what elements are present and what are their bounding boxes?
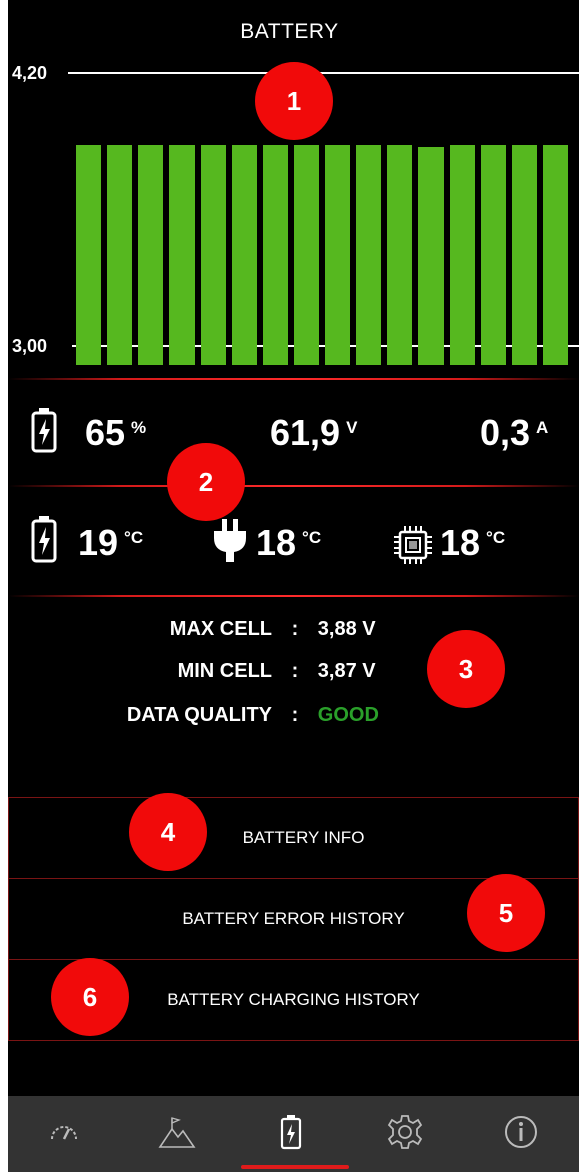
info-icon <box>503 1114 539 1155</box>
battery-temp-unit: °C <box>124 528 144 547</box>
max-cell-label: MAX CELL <box>169 618 272 640</box>
nav-mountain[interactable] <box>120 1096 234 1172</box>
max-cell-value: 3,88 V <box>317 618 376 640</box>
soc-value: 65 <box>85 412 126 453</box>
charger-temp-value: 18 <box>256 522 297 563</box>
battery-temp-stat: 19 °C <box>78 522 143 564</box>
current-unit: A <box>536 418 549 437</box>
cell-bar <box>356 144 382 365</box>
max-cell-sep: : <box>291 618 299 640</box>
max-voltage-line <box>68 72 579 74</box>
annotation-marker-6: 6 <box>51 958 129 1036</box>
tick-label-min: 3,00 <box>12 336 48 356</box>
controller-temp-stat: 18 °C <box>440 522 505 564</box>
divider-1 <box>8 378 579 380</box>
cell-bar <box>231 144 257 365</box>
max-cell-row: MAX CELL : 3,88 V <box>0 618 376 641</box>
charger-temp-unit: °C <box>302 528 322 547</box>
nav-settings[interactable] <box>348 1096 462 1172</box>
cell-bar <box>511 144 537 365</box>
tick-label-max: 4,20 <box>12 63 48 83</box>
battery-charge-icon <box>30 407 58 458</box>
battery-temp-value: 19 <box>78 522 119 563</box>
data-quality-sep: : <box>291 704 299 726</box>
settings-icon <box>387 1114 423 1155</box>
battery-icon <box>280 1114 302 1155</box>
left-edge <box>0 0 8 1172</box>
current-value: 0,3 <box>480 412 531 453</box>
nav-battery[interactable] <box>234 1096 348 1172</box>
controller-temp-unit: °C <box>486 528 506 547</box>
cell-bar <box>138 144 164 365</box>
cell-bar <box>387 144 413 365</box>
data-quality-label: DATA QUALITY <box>126 704 272 726</box>
controller-temp-value: 18 <box>440 522 481 563</box>
nav-speedometer[interactable] <box>8 1096 120 1172</box>
annotation-marker-2: 2 <box>167 443 245 521</box>
cell-bar <box>200 144 226 365</box>
cell-bar <box>107 144 133 365</box>
voltage-unit: V <box>346 418 358 437</box>
min-cell-label: MIN CELL <box>177 660 272 682</box>
page-title: BATTERY <box>240 20 339 43</box>
cell-bar <box>262 144 288 365</box>
active-tab-indicator <box>241 1165 349 1169</box>
min-cell-sep: : <box>291 660 299 682</box>
cell-bar <box>169 144 195 365</box>
battery-error-history-label: BATTERY ERROR HISTORY <box>182 909 405 928</box>
cell-bar <box>76 144 102 365</box>
min-cell-value: 3,87 V <box>317 660 376 682</box>
battery-info-button[interactable]: BATTERY INFO <box>8 797 579 879</box>
cell-bar <box>480 144 506 365</box>
annotation-marker-1: 1 <box>255 62 333 140</box>
soc-stat: 65% <box>85 412 146 454</box>
bottom-nav <box>8 1096 579 1172</box>
chip-icon <box>393 525 433 570</box>
cell-bar <box>325 144 351 365</box>
soc-unit: % <box>131 418 147 437</box>
battery-temp-icon <box>30 515 58 568</box>
annotation-marker-4: 4 <box>129 793 207 871</box>
data-quality-value: GOOD <box>317 704 379 726</box>
mountain-icon <box>158 1115 196 1154</box>
data-quality-row: DATA QUALITY : GOOD <box>0 704 379 727</box>
cell-bars <box>76 144 568 365</box>
current-stat: 0,3 A <box>480 412 548 454</box>
annotation-marker-5: 5 <box>467 874 545 952</box>
annotation-marker-3: 3 <box>427 630 505 708</box>
battery-charging-history-label: BATTERY CHARGING HISTORY <box>167 990 420 1009</box>
divider-2 <box>8 485 579 487</box>
min-cell-row: MIN CELL : 3,87 V <box>0 660 376 683</box>
cell-bar <box>449 144 475 365</box>
charger-temp-stat: 18 °C <box>256 522 321 564</box>
cell-bar <box>542 144 568 365</box>
plug-icon <box>210 518 250 569</box>
cell-bar <box>293 144 319 365</box>
voltage-value: 61,9 <box>270 412 341 453</box>
nav-info[interactable] <box>462 1096 579 1172</box>
divider-3 <box>8 595 579 597</box>
speedometer-icon <box>49 1122 79 1147</box>
cell-bar <box>418 147 444 365</box>
voltage-stat: 61,9 V <box>270 412 357 454</box>
battery-info-label: BATTERY INFO <box>242 828 365 847</box>
